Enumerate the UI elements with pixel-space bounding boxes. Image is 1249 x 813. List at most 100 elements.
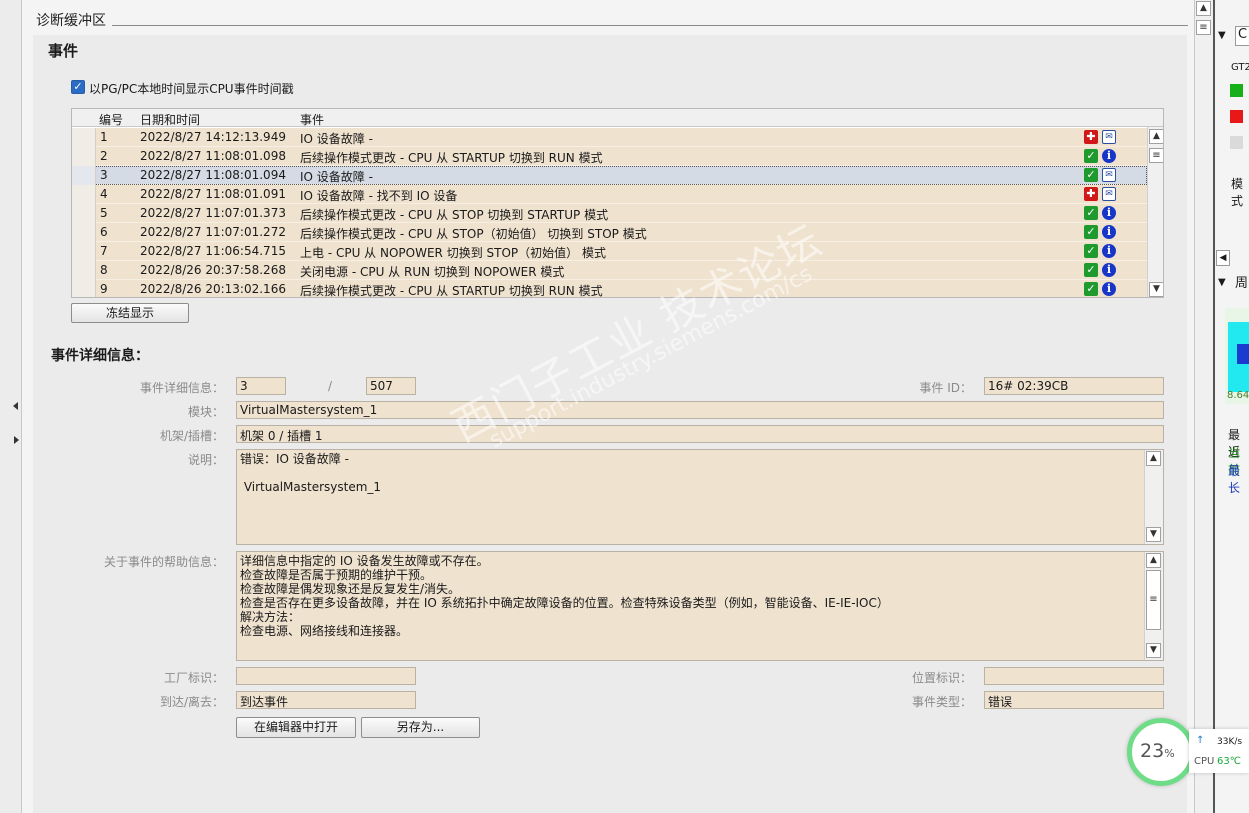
- mini-chart-bar: [1237, 344, 1249, 364]
- row-event: 上电 - CPU 从 NOPOWER 切换到 STOP（初始值） 模式: [300, 246, 606, 260]
- event-detail-label: 事件详细信息：: [139, 381, 224, 395]
- cpu-temp-label: CPU: [1194, 756, 1215, 767]
- description-line: [240, 466, 1160, 480]
- table-scrollbar[interactable]: ▲ ≡ ▼: [1147, 127, 1163, 297]
- table-row[interactable]: 7 2022/8/27 11:06:54.715 上电 - CPU 从 NOPOWE…: [72, 242, 1147, 261]
- table-header: 编号 日期和时间 事件: [72, 109, 1163, 127]
- row-gutter: [72, 280, 96, 297]
- ok-icon: ✓: [1084, 225, 1098, 239]
- help-field[interactable]: 详细信息中指定的 IO 设备发生故障或不存在。 检查故障是否属于预期的维护干预。检…: [236, 551, 1164, 661]
- scroll-down-icon[interactable]: ▼: [1146, 527, 1161, 542]
- table-row[interactable]: 4 2022/8/27 11:08:01.091 IO 设备故障 - 找不到 IO …: [72, 185, 1147, 204]
- info-icon: i: [1102, 282, 1116, 296]
- collapse-icon[interactable]: ▼: [1218, 30, 1226, 41]
- ok-icon: ✓: [1084, 282, 1098, 296]
- status-red-indicator: [1230, 110, 1243, 123]
- ok-icon: ✓: [1084, 206, 1098, 220]
- scroll-up-icon[interactable]: ▲: [1146, 553, 1161, 568]
- help-scrollbar[interactable]: ▲ ≡ ▼: [1144, 552, 1163, 660]
- row-gutter: [72, 185, 96, 204]
- gt-label: GT2: [1231, 62, 1249, 73]
- message-icon: ✉: [1102, 187, 1116, 201]
- ok-icon: ✓: [1084, 149, 1098, 163]
- info-icon: i: [1102, 244, 1116, 258]
- table-row[interactable]: 1 2022/8/27 14:12:13.949 IO 设备故障 - ✚ ✉: [72, 128, 1147, 147]
- row-event: IO 设备故障 -: [300, 132, 373, 146]
- scroll-thumb[interactable]: ≡: [1146, 570, 1161, 630]
- ok-icon: ✓: [1084, 168, 1098, 182]
- rack-slot-field: 机架 0 / 插槽 1: [236, 425, 1164, 443]
- row-gutter: [72, 223, 96, 242]
- collapse-left-icon[interactable]: [13, 402, 18, 410]
- help-line: 检查电源、网络接线和连接器。: [240, 624, 409, 638]
- scroll-thumb[interactable]: ≡: [1196, 20, 1211, 35]
- table-row[interactable]: 2 2022/8/27 11:08:01.098 后续操作模式更改 - CPU 从 …: [72, 147, 1147, 166]
- scroll-down-icon[interactable]: ▼: [1149, 282, 1163, 297]
- row-number: 9: [100, 282, 108, 296]
- row-event: IO 设备故障 -: [300, 170, 373, 184]
- error-icon: ✚: [1084, 187, 1098, 201]
- cpu-usage-gauge[interactable]: 23%: [1127, 718, 1195, 786]
- scroll-up-icon[interactable]: ▲: [1196, 1, 1211, 16]
- table-row[interactable]: 8 2022/8/26 20:37:58.268 关闭电源 - CPU 从 RUN …: [72, 261, 1147, 280]
- save-as-button[interactable]: 另存为...: [361, 717, 480, 738]
- local-time-checkbox[interactable]: ✓: [71, 80, 85, 94]
- row-number: 1: [100, 130, 108, 144]
- row-datetime: 2022/8/27 11:06:54.715: [140, 244, 286, 258]
- module-field: VirtualMastersystem_1: [236, 401, 1164, 419]
- help-label: 关于事件的帮助信息：: [103, 555, 224, 569]
- module-label: 模块：: [187, 405, 224, 419]
- row-gutter: [72, 147, 96, 166]
- expand-right-icon[interactable]: [14, 436, 19, 444]
- table-row[interactable]: 5 2022/8/27 11:07:01.373 后续操作模式更改 - CPU 从 …: [72, 204, 1147, 223]
- col-header-datetime[interactable]: 日期和时间: [140, 111, 200, 128]
- row-gutter: [72, 128, 96, 147]
- status-green-indicator: [1230, 84, 1243, 97]
- left-collapse-strip: [0, 0, 22, 813]
- scroll-up-icon[interactable]: ▲: [1149, 129, 1163, 144]
- col-header-num[interactable]: 编号: [99, 111, 123, 128]
- section-title: 诊断缓冲区: [36, 13, 106, 29]
- main-scrollbar[interactable]: ▲ ≡: [1194, 0, 1212, 813]
- info-icon: i: [1102, 149, 1116, 163]
- event-type-field: 错误: [984, 691, 1164, 709]
- tab-c[interactable]: C: [1235, 26, 1249, 46]
- row-datetime: 2022/8/27 11:08:01.098: [140, 149, 286, 163]
- network-monitor: ↑ 33K/s CPU 63℃: [1189, 729, 1249, 773]
- rack-slot-label: 机架/插槽：: [159, 429, 224, 443]
- description-scrollbar[interactable]: ▲ ▼: [1144, 450, 1163, 544]
- events-title: 事件: [48, 42, 79, 60]
- row-event: 后续操作模式更改 - CPU 从 STARTUP 切换到 RUN 模式: [300, 151, 603, 165]
- event-id-label: 事件 ID：: [919, 381, 972, 395]
- row-datetime: 2022/8/26 20:13:02.166: [140, 282, 286, 296]
- location-id-label: 位置标识：: [911, 671, 972, 685]
- row-event: 后续操作模式更改 - CPU 从 STARTUP 切换到 RUN 模式: [300, 284, 603, 298]
- collapse-icon[interactable]: ▼: [1218, 277, 1226, 288]
- right-side-pane: ▼ C GT2 模式 ◀ ▼ 周 8.64 最近 当前 最长: [1213, 0, 1249, 813]
- row-datetime: 2022/8/27 14:12:13.949: [140, 130, 286, 144]
- description-field[interactable]: 错误：IO 设备故障 - VirtualMastersystem_1 ▲ ▼: [236, 449, 1164, 545]
- tab-week[interactable]: 周: [1235, 272, 1248, 291]
- table-row[interactable]: 9 2022/8/26 20:13:02.166 后续操作模式更改 - CPU 从 …: [72, 280, 1147, 298]
- status-grey-indicator: [1230, 136, 1243, 149]
- ok-icon: ✓: [1084, 263, 1098, 277]
- scroll-up-icon[interactable]: ▲: [1146, 451, 1161, 466]
- row-number: 4: [100, 187, 108, 201]
- error-icon: ✚: [1084, 130, 1098, 144]
- event-type-label: 事件类型：: [911, 695, 972, 709]
- open-in-editor-button[interactable]: 在编辑器中打开: [236, 717, 356, 738]
- location-id-field: [984, 667, 1164, 685]
- table-row[interactable]: 3 2022/8/27 11:08:01.094 IO 设备故障 - ✓ ✉: [72, 166, 1147, 185]
- scroll-down-icon[interactable]: ▼: [1146, 643, 1161, 658]
- scroll-left-icon[interactable]: ◀: [1216, 250, 1230, 266]
- table-row[interactable]: 6 2022/8/27 11:07:01.272 后续操作模式更改 - CPU 从 …: [72, 223, 1147, 242]
- event-id-field: 16# 02:39CB: [984, 377, 1164, 395]
- scroll-thumb[interactable]: ≡: [1149, 148, 1163, 163]
- col-header-event[interactable]: 事件: [300, 111, 324, 128]
- freeze-display-button[interactable]: 冻结显示: [71, 303, 189, 323]
- row-event: 后续操作模式更改 - CPU 从 STOP 切换到 STARTUP 模式: [300, 208, 609, 222]
- ok-icon: ✓: [1084, 244, 1098, 258]
- event-total-field: 507: [366, 377, 416, 395]
- row-datetime: 2022/8/27 11:08:01.094: [140, 168, 286, 182]
- row-number: 2: [100, 149, 108, 163]
